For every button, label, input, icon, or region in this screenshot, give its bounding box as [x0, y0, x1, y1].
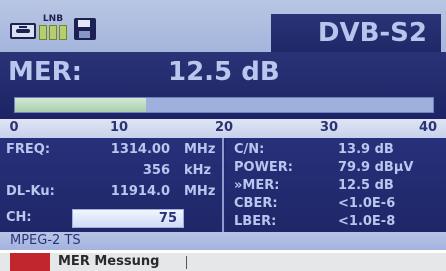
caption-divider: [186, 256, 187, 269]
caption-accent: [10, 253, 50, 271]
meter-screen: LNB DVB-S2 MER: 12.5 dB 0 10 20 30 40 FR…: [0, 0, 446, 250]
mer-value: 12.5 dB: [168, 57, 280, 87]
mer-label: MER:: [8, 57, 83, 87]
lnb-label: LNB: [42, 14, 64, 24]
mer-row-label: »MER:: [234, 178, 280, 193]
scale-tick-10: 10: [109, 120, 129, 135]
save-disk-icon: [74, 18, 96, 40]
caption-title: MER Messung: [58, 254, 160, 269]
scale-tick-30: 30: [319, 120, 339, 135]
status-bar: LNB DVB-S2: [0, 0, 446, 52]
mer-level-fill: [15, 98, 146, 112]
lnb-power-icon: LNB: [38, 14, 68, 42]
offset-unit: kHz: [184, 163, 212, 178]
mer-level-bar: [14, 97, 434, 113]
bar-scale: 0 10 20 30 40: [0, 119, 446, 138]
cn-value: 13.9 dB: [338, 142, 394, 157]
channel-value: 75: [158, 211, 177, 226]
offset-value: 356: [142, 163, 170, 178]
scale-tick-20: 20: [214, 120, 234, 135]
cber-label: CBER:: [234, 196, 278, 211]
lber-label: LBER:: [234, 214, 277, 229]
cn-label: C/N:: [234, 142, 265, 157]
dlku-label: DL-Ku:: [6, 184, 55, 199]
mode-indicator: DVB-S2: [271, 14, 441, 52]
cber-value: <1.0E-6: [338, 196, 396, 211]
tuning-panel: FREQ: 1314.00 MHz 356 kHz DL-Ku: 11914.0…: [0, 138, 224, 232]
power-value: 79.9 dBµV: [338, 160, 414, 175]
channel-label: CH:: [6, 210, 32, 225]
channel-field[interactable]: 75: [72, 209, 184, 228]
freq-value: 1314.00: [110, 142, 170, 157]
freq-label: FREQ:: [6, 142, 51, 157]
antenna-icon: [10, 23, 36, 39]
scale-tick-40: 40: [418, 120, 438, 135]
freq-unit: MHz: [184, 142, 216, 157]
mer-panel: MER: 12.5 dB: [0, 52, 446, 119]
power-label: POWER:: [234, 160, 294, 175]
signal-panel: C/N: 13.9 dB POWER: 79.9 dBµV »MER: 12.5…: [226, 138, 446, 232]
stream-info-bar: MPEG-2 TS: [0, 232, 446, 250]
measurement-area: FREQ: 1314.00 MHz 356 kHz DL-Ku: 11914.0…: [0, 138, 446, 232]
scale-tick-0: 0: [9, 120, 19, 135]
mode-label: DVB-S2: [317, 18, 427, 48]
dlku-value: 11914.0: [110, 184, 170, 199]
lber-value: <1.0E-8: [338, 214, 396, 229]
stream-type: MPEG-2 TS: [10, 233, 81, 248]
mer-row-value: 12.5 dB: [338, 178, 394, 193]
dlku-unit: MHz: [184, 184, 216, 199]
